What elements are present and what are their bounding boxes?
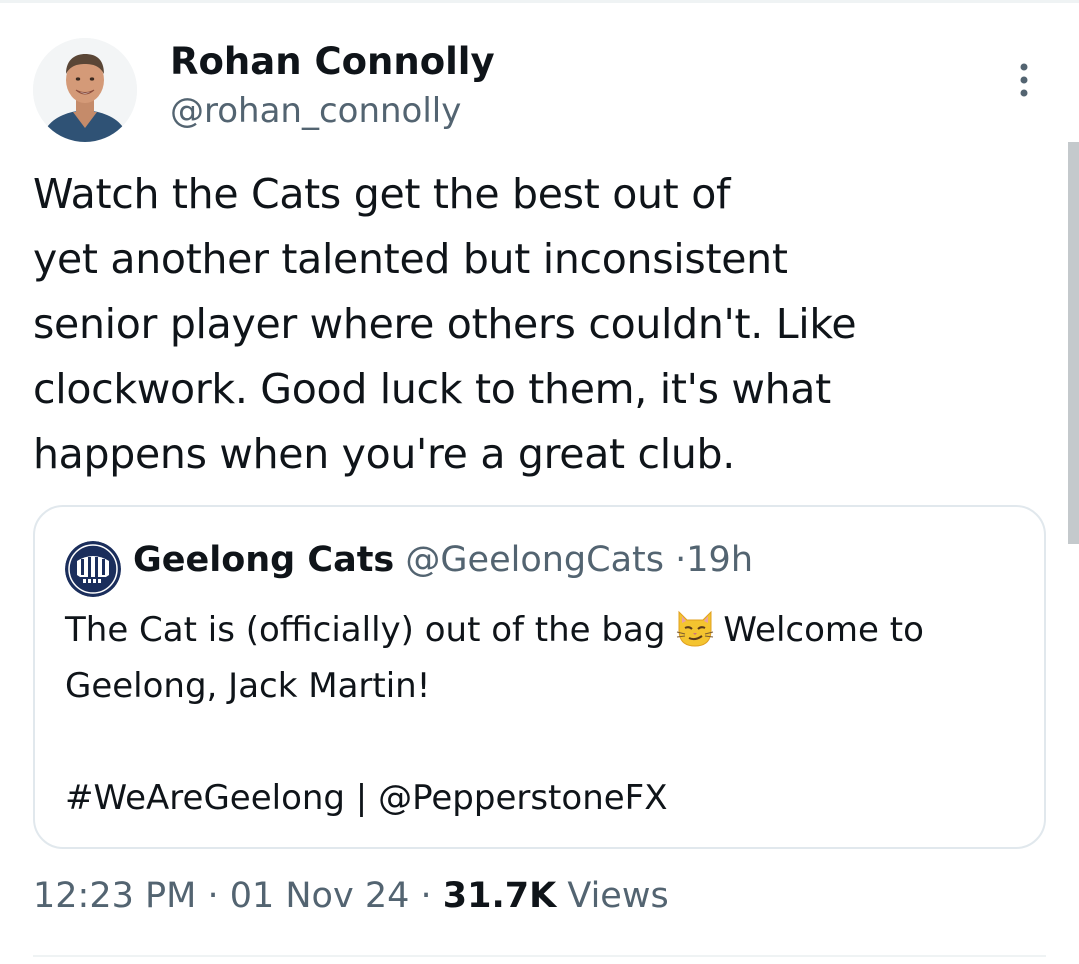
quote-text: The Cat is (officially) out of the bag W… (65, 602, 1025, 714)
quote-time[interactable]: 19h (686, 540, 753, 580)
geelong-cats-logo-icon (65, 541, 121, 597)
quote-author-name[interactable]: Geelong Cats (133, 540, 394, 580)
tweet-detail-page: Rohan Connolly @rohan_connolly Watch the… (0, 0, 1079, 964)
avatar-photo (33, 38, 137, 142)
author-name[interactable]: Rohan Connolly (170, 38, 495, 86)
quote-header: Geelong Cats @GeelongCats ·19h (133, 537, 753, 583)
bottom-divider (33, 955, 1046, 957)
author-avatar[interactable] (33, 38, 137, 142)
footer-separator-1: · (207, 876, 219, 916)
quote-separator: · (675, 540, 687, 580)
more-options-button[interactable] (1004, 58, 1044, 102)
smirking-cat-icon (673, 606, 717, 650)
quote-author-handle[interactable]: @GeelongCats (405, 540, 664, 580)
tweet-text: Watch the Cats get the best out of yet a… (33, 170, 857, 478)
quote-author-avatar[interactable] (65, 541, 121, 597)
quote-hashtags[interactable]: #WeAreGeelong | @PepperstoneFX (65, 770, 668, 826)
footer-separator-2: · (420, 876, 432, 916)
views-label: Views (567, 876, 669, 916)
tweet-time[interactable]: 12:23 PM (33, 876, 196, 916)
top-divider (0, 0, 1079, 3)
more-vertical-icon (1020, 63, 1028, 97)
tweet-date[interactable]: 01 Nov 24 (230, 876, 410, 916)
author-handle[interactable]: @rohan_connolly (170, 88, 461, 134)
scrollbar-thumb[interactable] (1068, 142, 1079, 544)
tweet-footer: 12:23 PM · 01 Nov 24 · 31.7K Views (33, 872, 669, 920)
quoted-tweet-card[interactable]: Geelong Cats @GeelongCats ·19h The Cat i… (33, 505, 1046, 849)
quote-text-part-1: The Cat is (officially) out of the bag (65, 610, 666, 650)
views-count[interactable]: 31.7K (443, 876, 556, 916)
